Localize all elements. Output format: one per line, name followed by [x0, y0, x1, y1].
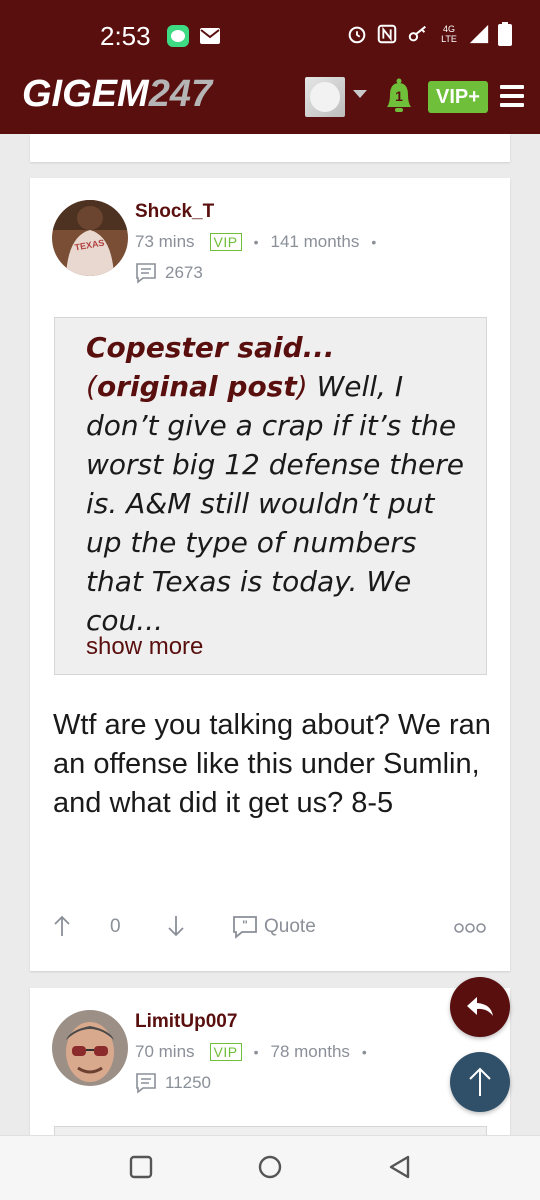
scroll-to-top-button[interactable] — [450, 1052, 510, 1112]
network-type: 4G LTE — [441, 24, 457, 44]
app-header: 2:53 4G LTE GIGEM247 1 VIP+ — [0, 0, 540, 134]
svg-text:": " — [242, 918, 248, 932]
post-card: TEXAS Shock_T 73 mins VIP • 141 months •… — [30, 178, 510, 971]
reply-icon — [467, 997, 493, 1016]
reply-button[interactable] — [450, 977, 510, 1037]
post-count-value: 11250 — [165, 1073, 212, 1092]
key-icon — [408, 25, 426, 42]
site-logo[interactable]: GIGEM247 — [22, 70, 212, 118]
separator-dot: • — [371, 234, 377, 250]
post-time: 70 mins — [135, 1042, 195, 1061]
status-notification-icons — [166, 24, 222, 48]
vote-count: 0 — [110, 916, 121, 937]
vip-badge: VIP — [209, 233, 242, 251]
home-icon[interactable] — [256, 1154, 284, 1182]
post-count: 11250 — [135, 1072, 211, 1094]
post-count-value: 2673 — [165, 263, 203, 282]
vip-badge: VIP — [209, 1043, 242, 1061]
battery-icon — [498, 22, 512, 46]
quote-content: Well, I don’t give a crap if it’s the wo… — [86, 370, 464, 637]
hamburger-menu-icon[interactable] — [498, 83, 526, 109]
member-tenure: 141 months — [270, 232, 360, 251]
bell-icon: 1 — [387, 78, 411, 112]
more-dots-icon — [454, 923, 486, 933]
post-count: 2673 — [135, 262, 203, 284]
poster-avatar[interactable]: TEXAS — [52, 200, 128, 276]
quote-text-block: Copester said... (original post) Well, I… — [86, 331, 464, 637]
avatar-photo — [52, 1010, 128, 1086]
notification-count: 1 — [395, 88, 403, 104]
system-nav-bar — [0, 1135, 540, 1200]
quote-label: Quote — [264, 916, 316, 937]
more-options-button[interactable] — [454, 922, 486, 934]
notifications-button[interactable]: 1 — [380, 75, 418, 122]
quoted-post: Copester said... (original post) Well, I… — [54, 317, 487, 675]
logo-number: 247 — [148, 73, 213, 115]
comment-icon — [136, 1073, 156, 1094]
vip-plus-button[interactable]: VIP+ — [428, 81, 488, 113]
downvote-button[interactable] — [166, 914, 186, 938]
poster-username[interactable]: LimitUp007 — [135, 1011, 237, 1033]
separator-dot: • — [361, 1044, 367, 1060]
separator-dot: • — [253, 1044, 259, 1060]
previous-post-card — [30, 134, 510, 162]
show-more-link[interactable]: show more — [86, 633, 203, 661]
post-meta: 73 mins VIP • 141 months • — [135, 232, 388, 252]
user-avatar-button[interactable] — [305, 77, 345, 117]
mail-icon — [200, 28, 220, 44]
poster-username[interactable]: Shock_T — [135, 201, 214, 223]
comment-icon — [136, 263, 156, 284]
recents-icon[interactable] — [128, 1154, 154, 1180]
arrow-up-icon — [469, 1067, 491, 1096]
logo-text: GIGEM — [22, 73, 149, 115]
arrow-down-icon — [168, 916, 184, 937]
poster-avatar[interactable] — [52, 1010, 128, 1086]
quote-icon: " — [233, 916, 257, 939]
avatar-photo: TEXAS — [52, 200, 128, 276]
post-card: LimitUp007 70 mins VIP • 78 months • 112… — [30, 988, 510, 1148]
nfc-icon — [377, 24, 397, 44]
post-body: Wtf are you talking about? We ran an off… — [53, 709, 491, 819]
status-system-icons: 4G LTE — [346, 22, 512, 46]
arrow-up-icon — [54, 915, 70, 936]
alarm-icon — [348, 26, 366, 44]
user-avatar-icon — [310, 82, 340, 112]
post-actions: 0 " Quote — [30, 910, 510, 950]
original-post-link[interactable]: original post — [97, 370, 297, 403]
message-app-icon — [167, 25, 189, 47]
chevron-down-icon[interactable] — [352, 88, 368, 100]
quote-button[interactable]: " Quote — [232, 915, 316, 939]
quote-author[interactable]: Copester said... — [86, 331, 335, 364]
post-time: 73 mins — [135, 232, 195, 251]
status-time: 2:53 — [100, 21, 151, 51]
post-meta: 70 mins VIP • 78 months • — [135, 1042, 379, 1062]
back-icon[interactable] — [387, 1154, 413, 1180]
signal-icon — [469, 24, 489, 44]
upvote-button[interactable] — [52, 914, 72, 938]
separator-dot: • — [253, 234, 259, 250]
member-tenure: 78 months — [270, 1042, 350, 1061]
